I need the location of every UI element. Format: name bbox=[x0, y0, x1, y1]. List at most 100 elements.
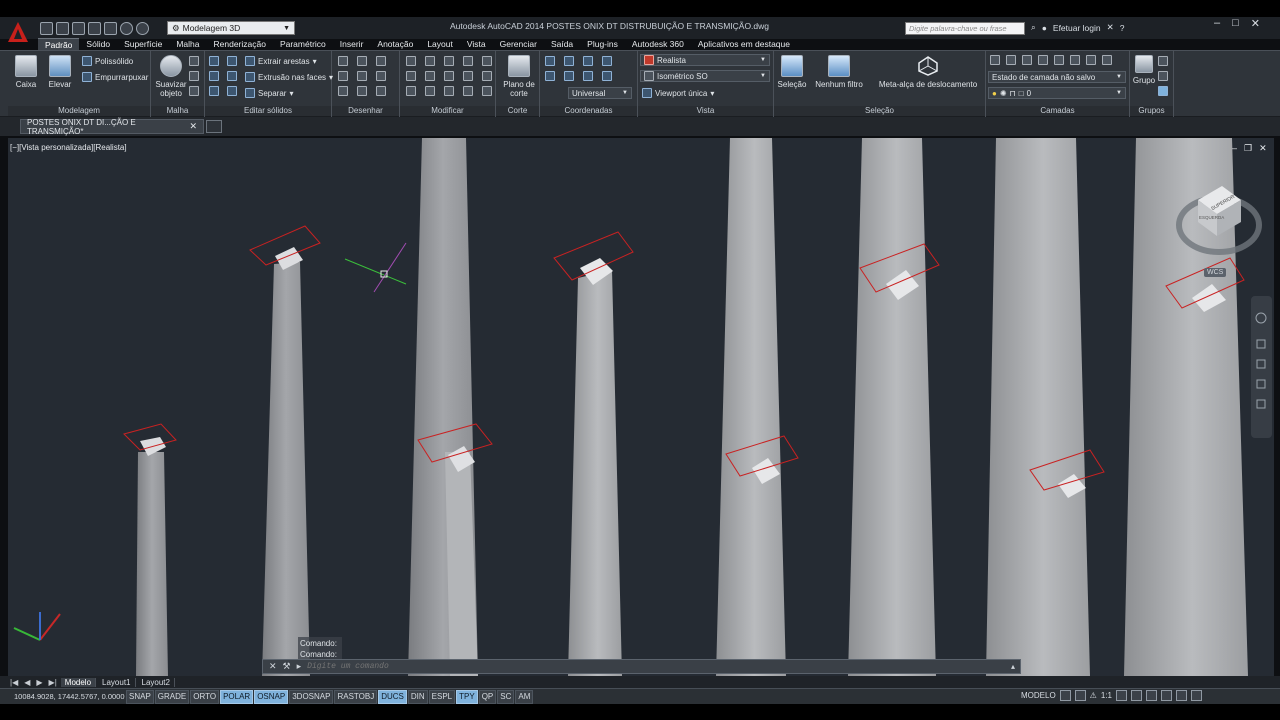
panel-label-editar-solidos[interactable]: Editar sólidos bbox=[205, 106, 331, 116]
ucs-3point-icon[interactable] bbox=[583, 71, 593, 81]
pole-shaft[interactable] bbox=[716, 138, 786, 676]
workspace-switch-icon[interactable] bbox=[1130, 690, 1142, 701]
tab-gerenciar[interactable]: Gerenciar bbox=[493, 38, 544, 50]
undo-icon[interactable] bbox=[120, 22, 133, 35]
toggle-ducs[interactable]: DUCS bbox=[378, 689, 407, 704]
layer-lock-icon[interactable] bbox=[1054, 55, 1064, 65]
separar-button[interactable]: Separar ▾ bbox=[245, 88, 293, 98]
toggle-snap[interactable]: SNAP bbox=[126, 689, 154, 704]
restore-icon[interactable]: ❐ bbox=[1244, 143, 1252, 154]
slice-icon[interactable] bbox=[227, 86, 237, 96]
tab-layout1[interactable]: Layout1 bbox=[98, 677, 136, 687]
ucs-y-icon[interactable] bbox=[602, 56, 612, 66]
layer-previous-icon[interactable] bbox=[1086, 55, 1096, 65]
ucs-select[interactable]: Universal ▼ bbox=[568, 87, 632, 99]
tab-autodesk-360[interactable]: Autodesk 360 bbox=[625, 38, 691, 50]
rectangle-icon[interactable] bbox=[357, 86, 367, 96]
toggle-osnap[interactable]: OSNAP bbox=[254, 689, 289, 704]
ucs-world-icon[interactable] bbox=[564, 56, 574, 66]
ucs-icon[interactable] bbox=[545, 56, 555, 66]
maximize-icon[interactable]: □ bbox=[1232, 17, 1239, 30]
ucs-view-icon[interactable] bbox=[602, 71, 612, 81]
toggle-din[interactable]: DIN bbox=[407, 689, 428, 704]
nenhum-filtro-button[interactable]: Nenhum filtro bbox=[812, 55, 866, 89]
visual-style-select[interactable]: Realista ▼ bbox=[640, 54, 770, 66]
ungroup-icon[interactable] bbox=[1158, 56, 1168, 66]
toggle-polar[interactable]: POLAR bbox=[220, 689, 254, 704]
pole-shaft[interactable] bbox=[848, 138, 936, 676]
group-selection-icon[interactable] bbox=[1158, 86, 1168, 96]
panel-label-malha[interactable]: Malha bbox=[151, 106, 204, 116]
toggle-am[interactable]: AM bbox=[515, 689, 534, 704]
polygon-icon[interactable] bbox=[338, 86, 348, 96]
wrench-icon[interactable]: ⚒ bbox=[283, 661, 291, 672]
viewport-config-button[interactable]: Viewport única ▾ bbox=[642, 88, 714, 98]
toggle-qp[interactable]: QP bbox=[478, 689, 497, 704]
elevar-button[interactable]: Elevar bbox=[46, 55, 74, 89]
document-tab[interactable]: POSTES ONIX DT DI...ÇÃO E TRANSMIÇÃO* ✕ bbox=[20, 118, 204, 136]
ucs-origin-icon[interactable] bbox=[545, 71, 555, 81]
panel-label-camadas[interactable]: Camadas bbox=[986, 106, 1129, 116]
view-select[interactable]: Isométrico SO ▼ bbox=[640, 70, 770, 82]
polyline-icon[interactable] bbox=[338, 71, 348, 81]
layer-properties-icon[interactable] bbox=[990, 55, 1000, 65]
toggle-grade[interactable]: GRADE bbox=[154, 689, 190, 704]
first-tab-icon[interactable]: |◀ bbox=[8, 678, 20, 687]
close-icon[interactable]: ✕ bbox=[189, 121, 197, 132]
coordinate-readout[interactable]: 10084.9028, 17442.5767, 0.0000 bbox=[0, 692, 126, 701]
new-icon[interactable] bbox=[40, 22, 53, 35]
annotation-visibility-icon[interactable] bbox=[1115, 690, 1127, 701]
empurrarpuxar-button[interactable]: Empurrarpuxar bbox=[82, 72, 148, 82]
minimize-icon[interactable]: – bbox=[1232, 143, 1237, 154]
exchange-icon[interactable]: ✕ bbox=[1107, 22, 1114, 33]
union-icon[interactable] bbox=[209, 56, 219, 66]
minimize-icon[interactable]: – bbox=[1214, 17, 1220, 30]
toggle-3dosnap[interactable]: 3DOSNAP bbox=[289, 689, 334, 704]
tab-aplicativos[interactable]: Aplicativos em destaque bbox=[691, 38, 797, 50]
pole-shaft[interactable] bbox=[262, 262, 310, 676]
layer-state-select[interactable]: Estado de camada não salvo ▼ bbox=[988, 71, 1126, 83]
new-document-tab-button[interactable] bbox=[206, 120, 222, 133]
drawing-viewport[interactable] bbox=[8, 138, 1274, 676]
layer-off-icon[interactable] bbox=[1006, 55, 1016, 65]
panel-label-grupos[interactable]: Grupos bbox=[1130, 106, 1173, 116]
clean-screen-icon[interactable] bbox=[1190, 690, 1202, 701]
panel-label-selecao[interactable]: Seleção bbox=[774, 106, 985, 116]
arc-icon[interactable] bbox=[357, 56, 367, 66]
command-input[interactable] bbox=[307, 662, 1006, 671]
tab-parametrico[interactable]: Paramétrico bbox=[273, 38, 333, 50]
toggle-orto[interactable]: ORTO bbox=[190, 689, 220, 704]
fillet-edge-icon[interactable] bbox=[227, 56, 237, 66]
model-space-canvas[interactable] bbox=[8, 138, 1274, 676]
break-icon[interactable] bbox=[482, 86, 492, 96]
close-icon[interactable]: ✕ bbox=[1259, 143, 1267, 154]
annotation-scale[interactable]: 1:1 bbox=[1101, 691, 1112, 700]
layer-isolate-icon[interactable] bbox=[1022, 55, 1032, 65]
search-input[interactable]: Digite palavra-chave ou frase bbox=[905, 22, 1025, 35]
layer-select[interactable]: ● ✺ ⊓ □ 0 ▼ bbox=[988, 87, 1126, 99]
line-icon[interactable] bbox=[338, 56, 348, 66]
prev-tab-icon[interactable]: ◀ bbox=[22, 678, 32, 687]
join-icon[interactable] bbox=[463, 86, 473, 96]
grupo-button[interactable]: Grupo bbox=[1132, 55, 1156, 85]
tab-modelo[interactable]: Modelo bbox=[60, 677, 97, 687]
login-button[interactable]: Efetuar login bbox=[1053, 23, 1101, 33]
pole-shaft[interactable] bbox=[986, 138, 1090, 676]
print-icon[interactable] bbox=[104, 22, 117, 35]
pole-shaft[interactable] bbox=[136, 452, 168, 676]
toggle-espl[interactable]: ESPL bbox=[428, 689, 456, 704]
spline-icon[interactable] bbox=[357, 71, 367, 81]
close-icon[interactable]: ✕ bbox=[269, 661, 277, 672]
next-tab-icon[interactable]: ▶ bbox=[34, 678, 44, 687]
extrusao-faces-button[interactable]: Extrusão nas faces ▾ bbox=[245, 72, 333, 82]
move-icon[interactable] bbox=[425, 56, 435, 66]
panel-label-desenhar[interactable]: Desenhar bbox=[332, 106, 399, 116]
model-space-toggle[interactable]: MODELO bbox=[1021, 691, 1056, 700]
caixa-button[interactable]: Caixa bbox=[12, 55, 40, 89]
tab-padrao[interactable]: Padrão bbox=[38, 38, 80, 50]
panel-label-vista[interactable]: Vista bbox=[638, 106, 773, 116]
ucs-z-icon[interactable] bbox=[564, 71, 574, 81]
close-icon[interactable]: ✕ bbox=[1251, 17, 1260, 30]
lock-ui-icon[interactable] bbox=[1145, 690, 1157, 701]
layer-match-icon[interactable] bbox=[1070, 55, 1080, 65]
